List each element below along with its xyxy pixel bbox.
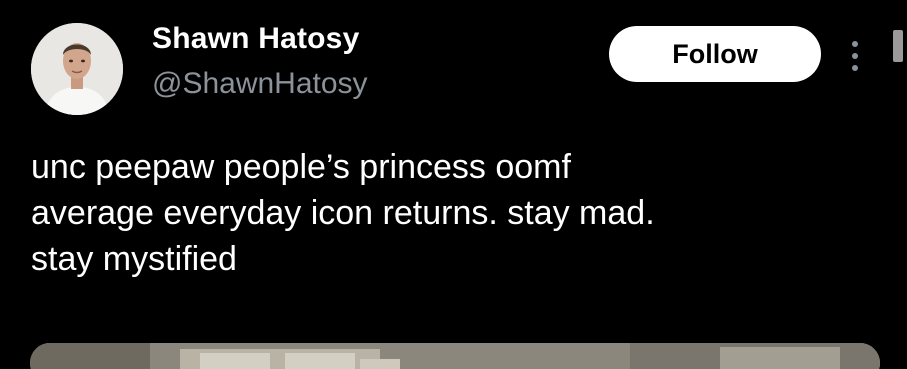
more-vertical-icon[interactable] xyxy=(845,38,865,74)
avatar[interactable] xyxy=(31,23,123,115)
follow-button[interactable]: Follow xyxy=(609,26,821,82)
tweet-media-image[interactable] xyxy=(30,343,880,369)
tweet-text: unc peepaw people’s princess oomf averag… xyxy=(31,148,655,278)
avatar-image xyxy=(31,23,123,115)
author-display-name[interactable]: Shawn Hatosy xyxy=(152,22,359,56)
scrollbar-thumb[interactable] xyxy=(893,30,903,62)
author-handle[interactable]: @ShawnHatosy xyxy=(152,67,368,101)
